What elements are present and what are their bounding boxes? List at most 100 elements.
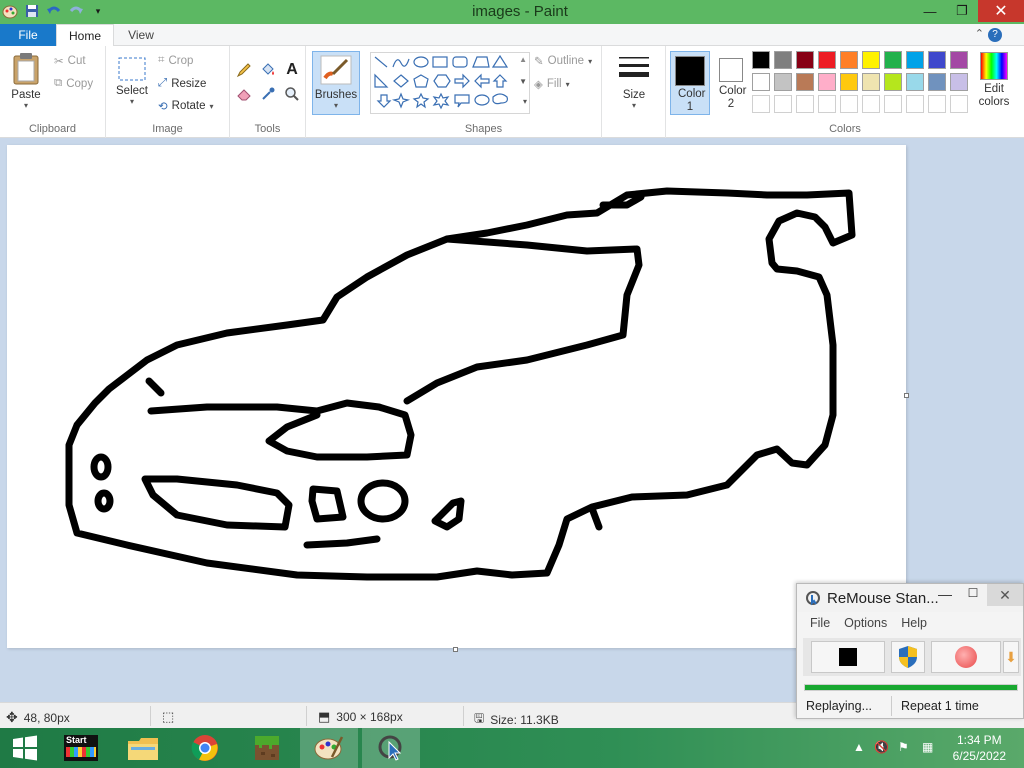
stop-icon	[839, 648, 857, 666]
text-tool-icon[interactable]: A	[282, 60, 302, 80]
remouse-maximize-button[interactable]: ☐	[959, 586, 987, 608]
help-icon[interactable]: ?	[988, 28, 1002, 42]
shapes-more-icon[interactable]: ▾	[523, 97, 527, 106]
color1-label: Color 1	[678, 88, 706, 113]
minimize-ribbon-icon[interactable]: ⌃	[975, 27, 984, 40]
rotate-label: Rotate	[171, 100, 206, 112]
fill-button[interactable]: ◈ Fill ▾	[534, 77, 570, 91]
remouse-minimize-button[interactable]: —	[931, 586, 959, 608]
record-button[interactable]	[931, 641, 1001, 673]
eraser-icon[interactable]	[234, 84, 254, 104]
remouse-title: ReMouse Stan...	[827, 589, 939, 607]
color-swatch[interactable]	[796, 95, 814, 113]
windows-logo-icon	[13, 735, 37, 761]
color-picker-icon[interactable]	[258, 84, 278, 104]
color1-button[interactable]: Color 1	[670, 51, 710, 115]
color-swatch[interactable]	[796, 73, 814, 91]
color-swatch[interactable]	[818, 95, 836, 113]
action-center-icon[interactable]: ⚑	[898, 740, 909, 754]
taskbar-remouse[interactable]	[362, 728, 420, 768]
show-hidden-icons[interactable]: ▲	[853, 740, 865, 754]
color-swatch[interactable]	[818, 73, 836, 91]
restore-button[interactable]: ❐	[946, 0, 978, 22]
taskbar-chrome[interactable]	[176, 728, 234, 768]
car-sketch	[65, 187, 856, 581]
admin-shield-button[interactable]	[891, 641, 925, 673]
color2-button[interactable]: Color 2	[712, 51, 750, 115]
network-icon[interactable]: ▦	[922, 740, 933, 754]
taskbar-start-app[interactable]: Start	[52, 728, 110, 768]
cut-button[interactable]: ✂ Cut	[54, 54, 86, 68]
remouse-menu-help[interactable]: Help	[901, 616, 927, 630]
tab-file[interactable]: File	[0, 24, 56, 46]
color-swatch[interactable]	[928, 73, 946, 91]
color-swatch[interactable]	[840, 95, 858, 113]
paste-button[interactable]: Paste ▾	[4, 52, 48, 110]
color-swatch[interactable]	[774, 51, 792, 69]
outline-button[interactable]: ✎ Outline ▾	[534, 54, 592, 68]
color-swatch[interactable]	[752, 95, 770, 113]
size-button[interactable]: Size ▾	[612, 54, 656, 110]
color-swatch[interactable]	[928, 95, 946, 113]
resize-label: Resize	[171, 77, 207, 90]
crop-button[interactable]: ⌗ Crop	[158, 54, 193, 67]
stop-button[interactable]	[811, 641, 885, 673]
expand-button[interactable]: ⬇	[1003, 641, 1019, 673]
tab-home[interactable]: Home	[56, 24, 114, 47]
fill-dropdown-icon: ▾	[565, 79, 570, 89]
drawing-canvas[interactable]	[7, 145, 906, 648]
color-palette	[752, 51, 976, 121]
color-swatch[interactable]	[752, 51, 770, 69]
color-swatch[interactable]	[796, 51, 814, 69]
remouse-menu-options[interactable]: Options	[844, 616, 887, 630]
color-swatch[interactable]	[906, 73, 924, 91]
pencil-icon[interactable]	[234, 60, 254, 80]
remouse-close-button[interactable]: ✕	[987, 584, 1023, 606]
taskbar-minecraft[interactable]	[238, 728, 296, 768]
color-swatch[interactable]	[774, 95, 792, 113]
shapes-scroll-up-icon[interactable]: ▲	[519, 55, 527, 64]
brushes-button[interactable]: Brushes ▾	[312, 51, 360, 115]
resize-handle-bottom[interactable]	[453, 647, 458, 652]
shapes-group: ▲ ▼ ▾ ✎ Outline ▾ ◈ Fill ▾ Shapes	[366, 46, 602, 138]
resize-handle-right[interactable]	[904, 393, 909, 398]
color-swatch[interactable]	[884, 51, 902, 69]
taskbar-file-explorer[interactable]	[114, 728, 172, 768]
minimize-button[interactable]: —	[914, 0, 946, 22]
rotate-button[interactable]: ⟲ Rotate ▾	[158, 99, 214, 113]
color-swatch[interactable]	[862, 73, 880, 91]
color-swatch[interactable]	[950, 73, 968, 91]
replay-status: Replaying...	[806, 699, 873, 713]
close-button[interactable]: ✕	[978, 0, 1024, 22]
color-swatch[interactable]	[862, 95, 880, 113]
magnifier-icon[interactable]	[282, 84, 302, 104]
taskbar-paint[interactable]	[300, 728, 358, 768]
edit-colors-button[interactable]: Edit colors	[974, 52, 1014, 109]
color-swatch[interactable]	[884, 95, 902, 113]
color-swatch[interactable]	[774, 73, 792, 91]
system-clock[interactable]: 1:34 PM 6/25/2022	[953, 732, 1006, 764]
windows-start-button[interactable]	[0, 728, 50, 768]
replay-progress-fill	[805, 685, 1017, 690]
fill-bucket-icon[interactable]	[258, 60, 278, 80]
color-swatch[interactable]	[928, 51, 946, 69]
color-swatch[interactable]	[818, 51, 836, 69]
resize-button[interactable]: ⤢ Resize	[158, 77, 206, 90]
color-swatch[interactable]	[840, 51, 858, 69]
color-swatch[interactable]	[862, 51, 880, 69]
remouse-menu-file[interactable]: File	[810, 616, 830, 630]
select-button[interactable]: Select ▾	[112, 56, 152, 106]
shapes-scroll-down-icon[interactable]: ▼	[519, 77, 527, 86]
volume-muted-icon[interactable]: 🔇	[874, 740, 889, 754]
color-swatch[interactable]	[840, 73, 858, 91]
color-swatch[interactable]	[752, 73, 770, 91]
color1-swatch	[675, 56, 705, 86]
copy-button[interactable]: ⧉ Copy	[54, 77, 93, 90]
color-swatch[interactable]	[950, 95, 968, 113]
color-swatch[interactable]	[906, 51, 924, 69]
shapes-gallery[interactable]: ▲ ▼ ▾	[370, 52, 530, 114]
color-swatch[interactable]	[906, 95, 924, 113]
color-swatch[interactable]	[884, 73, 902, 91]
color-swatch[interactable]	[950, 51, 968, 69]
tab-view[interactable]: View	[114, 24, 168, 46]
